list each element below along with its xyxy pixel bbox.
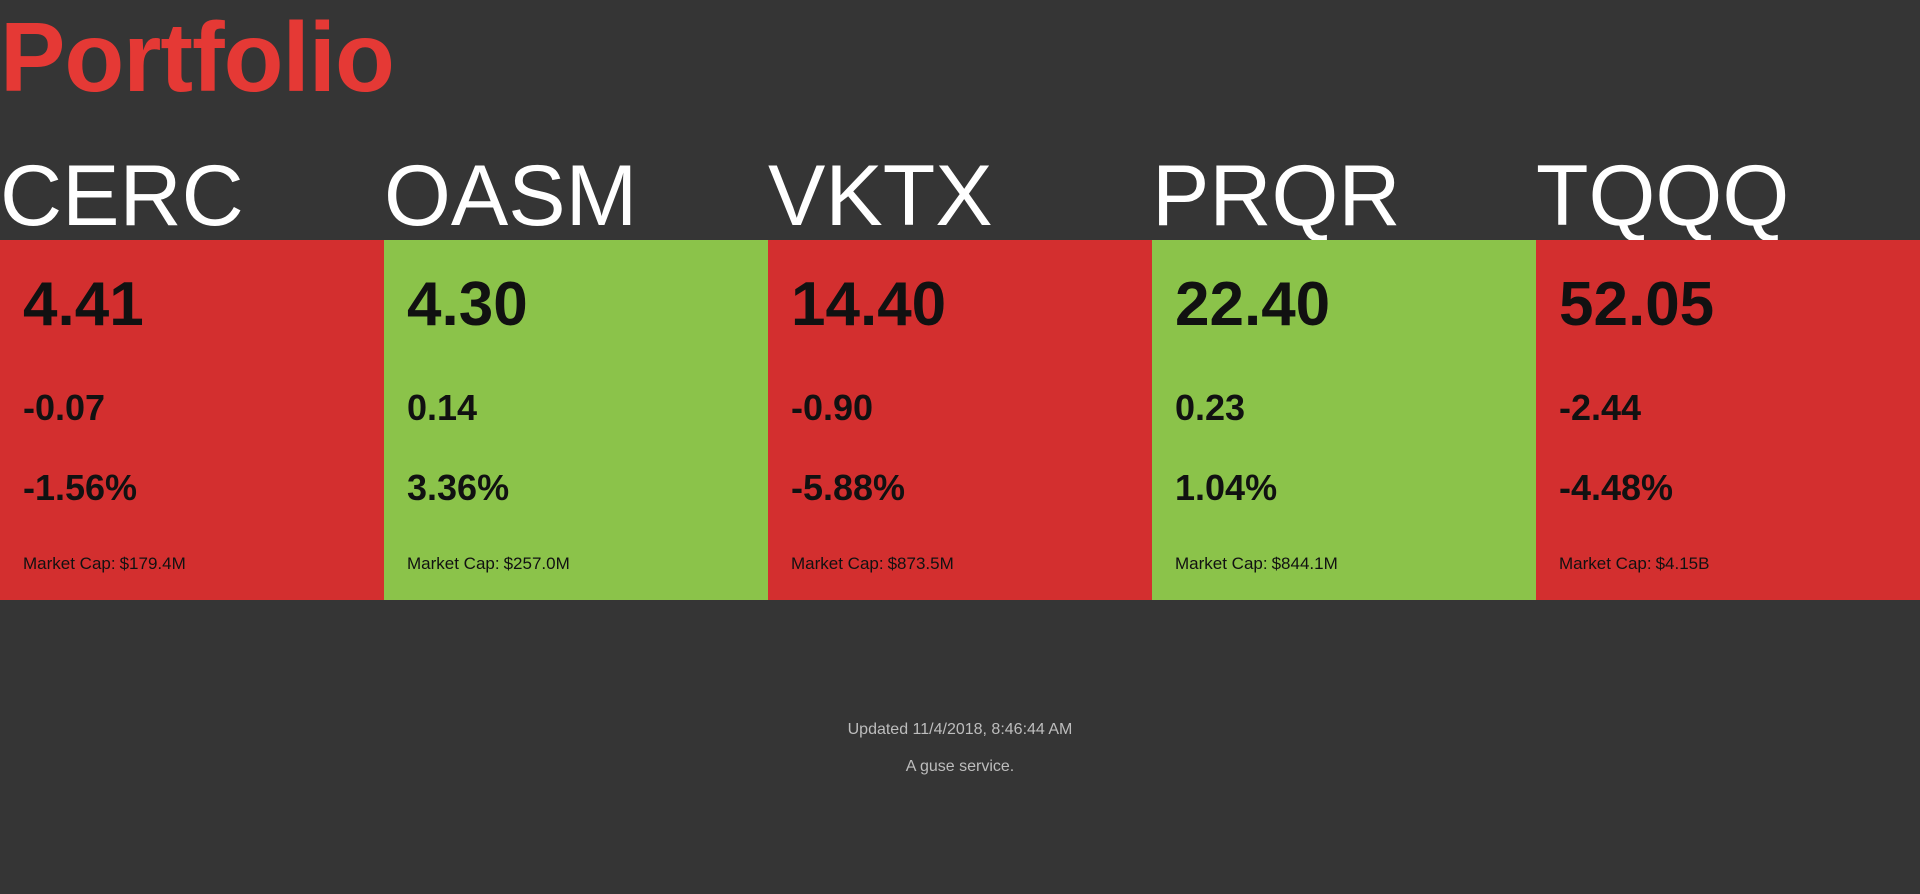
market-cap-label: Market Cap: [1559, 554, 1652, 573]
market-cap-value: $257.0M [503, 554, 570, 573]
market-cap-label: Market Cap: [791, 554, 884, 573]
quote-card: 4.30 0.14 3.36% Market Cap: $257.0M [384, 240, 768, 600]
market-cap: Market Cap: $873.5M [791, 553, 954, 575]
ticker-symbol: OASM [384, 152, 638, 240]
price: 22.40 [1175, 270, 1331, 339]
stock-column-prqr: PRQR 22.40 0.23 1.04% Market Cap: $844.1M [1152, 152, 1536, 600]
last-updated-text: Updated 11/4/2018, 8:46:44 AM [847, 721, 1073, 738]
percent-change: -4.48% [1559, 467, 1674, 508]
percent-change: -5.88% [791, 467, 906, 508]
market-cap-label: Market Cap: [23, 554, 116, 573]
quote-card: 4.41 -0.07 -1.56% Market Cap: $179.4M [0, 240, 384, 600]
market-cap: Market Cap: $4.15B [1559, 553, 1709, 575]
market-cap-value: $873.5M [887, 554, 954, 573]
market-cap: Market Cap: $179.4M [23, 553, 186, 575]
market-cap-value: $844.1M [1271, 554, 1338, 573]
market-cap: Market Cap: $257.0M [407, 553, 570, 575]
quote-card: 22.40 0.23 1.04% Market Cap: $844.1M [1152, 240, 1536, 600]
percent-change: -1.56% [23, 467, 138, 508]
price: 4.30 [407, 270, 528, 339]
price: 14.40 [791, 270, 947, 339]
stock-column-tqqq: TQQQ 52.05 -2.44 -4.48% Market Cap: $4.15… [1536, 152, 1920, 600]
stock-column-cerc: CERC 4.41 -0.07 -1.56% Market Cap: $179.4… [0, 152, 384, 600]
price-change: -0.07 [23, 387, 106, 428]
ticker-symbol: VKTX [768, 152, 993, 240]
stock-column-oasm: OASM 4.30 0.14 3.36% Market Cap: $257.0M [384, 152, 768, 600]
ticker-symbol: CERC [0, 152, 244, 240]
price-change: 0.23 [1175, 387, 1246, 428]
service-credit-text: A guse service. [905, 758, 1015, 775]
price: 52.05 [1559, 270, 1715, 339]
ticker-symbol: PRQR [1152, 152, 1401, 240]
quote-card: 52.05 -2.44 -4.48% Market Cap: $4.15B [1536, 240, 1920, 600]
market-cap-label: Market Cap: [1175, 554, 1268, 573]
market-cap: Market Cap: $844.1M [1175, 553, 1338, 575]
price-change: 0.14 [407, 387, 478, 428]
market-cap-value: $4.15B [1655, 554, 1710, 573]
price-change: -2.44 [1559, 387, 1642, 428]
market-cap-label: Market Cap: [407, 554, 500, 573]
page-title: Portfolio [0, 2, 395, 112]
percent-change: 1.04% [1175, 467, 1278, 508]
ticker-symbol: TQQQ [1536, 152, 1790, 240]
stock-grid: CERC 4.41 -0.07 -1.56% Market Cap: $179.4… [0, 152, 1920, 600]
percent-change: 3.36% [407, 467, 510, 508]
market-cap-value: $179.4M [119, 554, 186, 573]
price: 4.41 [23, 270, 144, 339]
stock-column-vktx: VKTX 14.40 -0.90 -5.88% Market Cap: $873.… [768, 152, 1152, 600]
price-change: -0.90 [791, 387, 874, 428]
quote-card: 14.40 -0.90 -5.88% Market Cap: $873.5M [768, 240, 1152, 600]
